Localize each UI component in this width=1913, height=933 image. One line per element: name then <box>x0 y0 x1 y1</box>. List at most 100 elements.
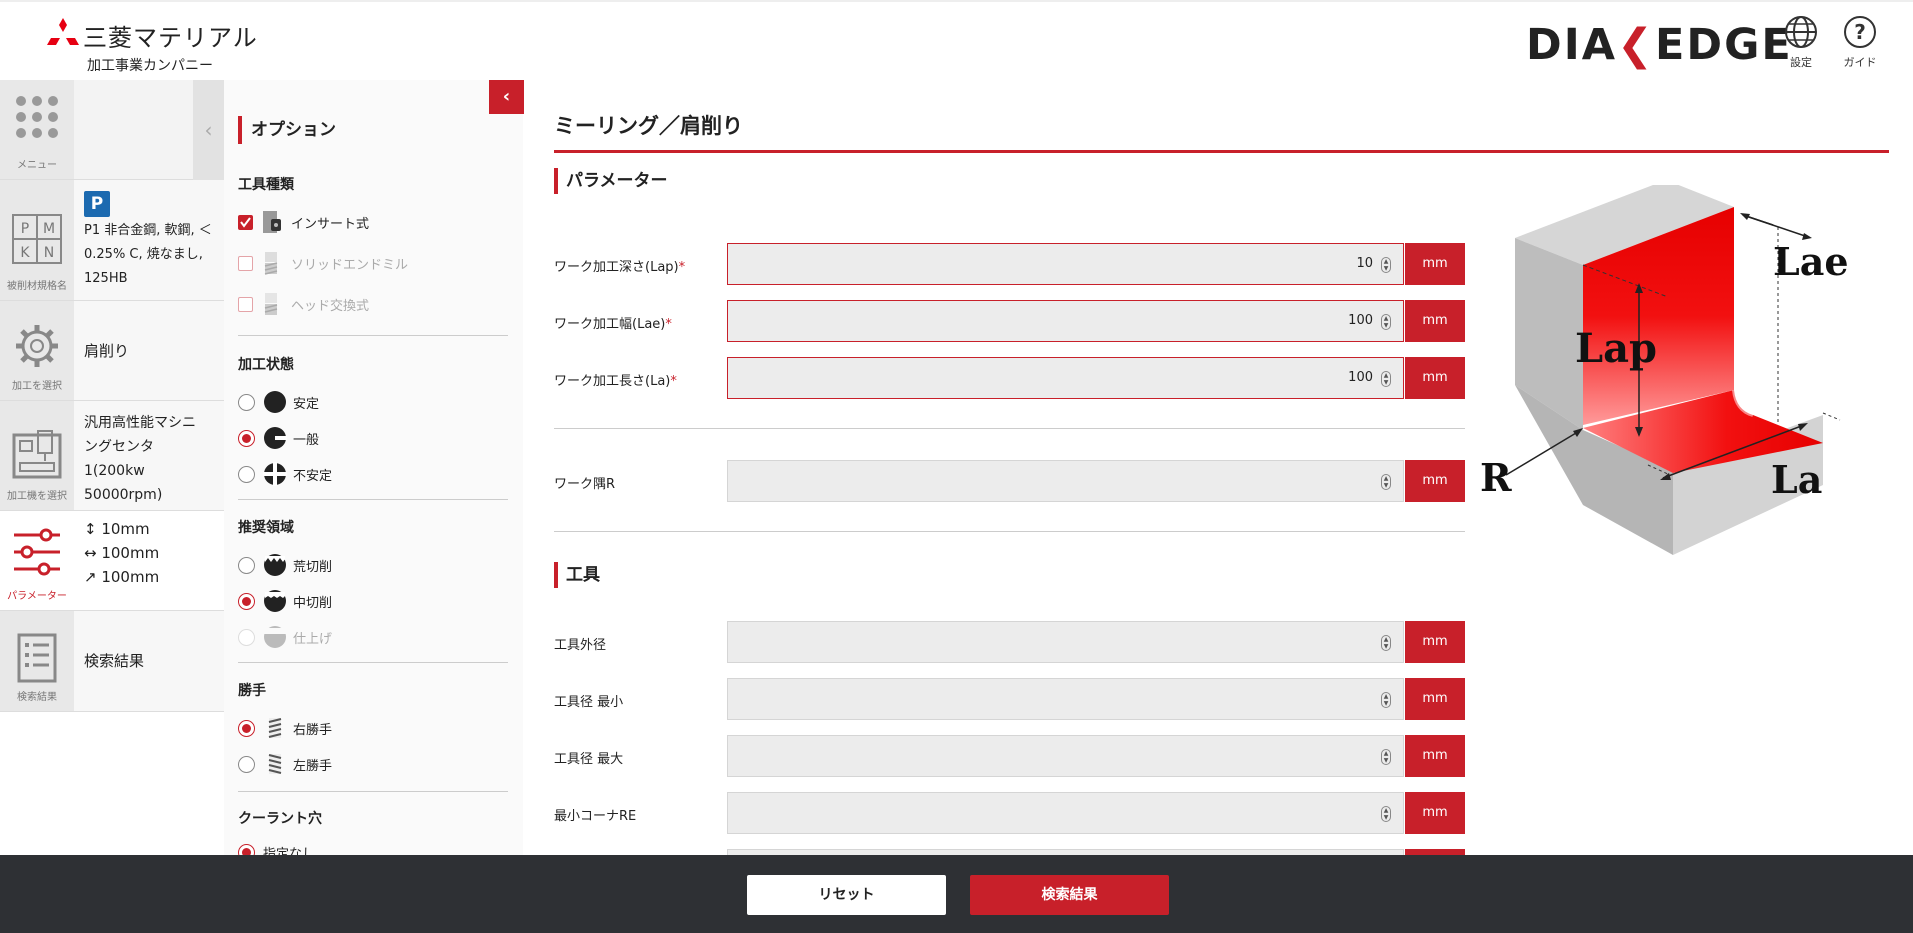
medium-cut-icon <box>264 590 286 612</box>
parameter-icon-label: パラメーター <box>7 591 67 602</box>
field-row-lap: ワーク加工深さ(Lap)* 10 ▲ ▼ mm <box>554 243 1465 285</box>
lap-value: 10 <box>1356 256 1373 271</box>
tool-type-head-label: ヘッド交換式 <box>291 298 370 314</box>
options-panel: オプション 工具種類 インサート式 ソリッドエンドミル ヘッド交換式 加工状態 … <box>224 80 523 855</box>
coolant-none[interactable]: 指定なし <box>238 834 508 855</box>
condition-group: 加工状態 安定 一般 不安定 <box>238 354 508 492</box>
machine-icon <box>12 430 62 479</box>
head-exchange-icon <box>264 293 278 315</box>
guide-button[interactable]: ? ガイド <box>1835 14 1885 70</box>
hand-left[interactable]: 左勝手 <box>238 746 508 782</box>
title-rule <box>554 150 1889 153</box>
app-header: 三菱マテリアル 加工事業カンパニー DIA❮EDGE 設定 ? ガイド <box>0 0 1913 80</box>
tool-max-input[interactable]: ▲ ▼ <box>727 735 1404 777</box>
lap-input[interactable]: 10 ▲ ▼ <box>727 243 1404 285</box>
material-group-badge: P <box>84 191 110 217</box>
tool-type-solid[interactable]: ソリッドエンドミル <box>238 245 508 281</box>
region-group: 推奨領域 荒切削 中切削 仕上げ <box>238 517 508 655</box>
tool-dia-input[interactable]: ▲ ▼ <box>727 621 1404 663</box>
checkbox-unchecked-icon[interactable] <box>238 296 253 312</box>
spinner-icon[interactable]: ▲ ▼ <box>1381 314 1391 330</box>
spinner-icon[interactable]: ▲ ▼ <box>1381 806 1391 822</box>
radio-unselected-icon[interactable] <box>238 393 255 411</box>
region-finish[interactable]: 仕上げ <box>238 619 508 655</box>
rail-item-material[interactable]: P M K N 被削材規格名 P P1 非合金鋼, 軟鋼, ＜0.25% C, … <box>0 180 224 301</box>
field-row-corner-r: ワーク隅R ▲ ▼ mm <box>554 460 1465 502</box>
tool-min-input[interactable]: ▲ ▼ <box>727 678 1404 720</box>
rail-collapse-chevron-icon[interactable]: ‹ <box>193 80 224 180</box>
checkbox-checked-icon[interactable] <box>238 214 253 230</box>
rail-item-menu[interactable]: メニュー ‹ <box>0 80 224 180</box>
la-input[interactable]: 100 ▲ ▼ <box>727 357 1404 399</box>
region-rough-label: 荒切削 <box>293 559 333 575</box>
rail-item-result[interactable]: 検索結果 検索結果 <box>0 611 224 712</box>
brand-chevron-icon: ❮ <box>1616 20 1656 70</box>
svg-text:K: K <box>20 245 30 261</box>
condition-general[interactable]: 一般 <box>238 420 508 456</box>
field-row-tool-dia: 工具外径 ▲ ▼ mm <box>554 621 1465 663</box>
corner-r-input[interactable]: ▲ ▼ <box>727 460 1404 502</box>
condition-stable[interactable]: 安定 <box>238 384 508 420</box>
hand-title: 勝手 <box>238 683 266 699</box>
spinner-icon[interactable]: ▲ ▼ <box>1381 749 1391 765</box>
parameter-icon-box: パラメーター <box>0 511 74 610</box>
company-name: 三菱マテリアル <box>83 24 258 52</box>
r-diagram-label: R <box>1480 455 1512 500</box>
material-text: P1 非合金鋼, 軟鋼, ＜0.25% C, 焼なまし, 125HB <box>84 223 212 286</box>
nav-rail: メニュー ‹ P M K N 被削材規格名 P P1 非合金鋼, 軟鋼, ＜0.… <box>0 80 224 855</box>
radio-disabled-icon[interactable] <box>238 628 255 646</box>
spinner-icon[interactable]: ▲ ▼ <box>1381 474 1391 490</box>
options-collapse-button[interactable]: ‹ <box>489 80 524 114</box>
field-label-tool-max: 工具径 最大 <box>554 752 624 767</box>
search-results-button[interactable]: 検索結果 <box>970 875 1169 915</box>
radio-unselected-icon[interactable] <box>238 556 255 574</box>
rail-item-process[interactable]: 加工を選択 肩削り <box>0 301 224 401</box>
tool-type-insert-label: インサート式 <box>291 216 370 232</box>
svg-text:M: M <box>43 221 55 237</box>
tool-type-head[interactable]: ヘッド交換式 <box>238 286 508 322</box>
rail-item-parameter[interactable]: パラメーター ↕ 10mm ↔ 100mm ↗ 100mm <box>0 511 224 611</box>
unstable-icon <box>263 462 287 486</box>
radio-unselected-icon[interactable] <box>238 755 255 773</box>
spinner-icon[interactable]: ▲ ▼ <box>1381 692 1391 708</box>
radio-selected-icon[interactable] <box>238 429 255 447</box>
spinner-icon[interactable]: ▲ ▼ <box>1381 257 1391 273</box>
lae-input[interactable]: 100 ▲ ▼ <box>727 300 1404 342</box>
result-text: 検索結果 <box>84 652 145 670</box>
la-label-text: ワーク加工長さ(La) <box>554 374 671 389</box>
field-row-tool-max: 工具径 最大 ▲ ▼ mm <box>554 735 1465 777</box>
spinner-icon[interactable]: ▲ ▼ <box>1381 635 1391 651</box>
result-icon-box: 検索結果 <box>0 611 74 711</box>
field-row-la: ワーク加工長さ(La)* 100 ▲ ▼ mm <box>554 357 1465 399</box>
hand-right[interactable]: 右勝手 <box>238 710 508 746</box>
radio-selected-icon[interactable] <box>238 719 255 737</box>
spinner-icon[interactable]: ▲ ▼ <box>1381 371 1391 387</box>
condition-unstable[interactable]: 不安定 <box>238 456 508 492</box>
region-finish-label: 仕上げ <box>293 631 333 647</box>
radio-unselected-icon[interactable] <box>238 465 255 483</box>
unit-mm: mm <box>1405 621 1465 663</box>
reset-button[interactable]: リセット <box>747 875 946 915</box>
settings-button[interactable]: 設定 <box>1776 14 1826 70</box>
region-medium[interactable]: 中切削 <box>238 583 508 619</box>
unit-mm: mm <box>1405 243 1465 285</box>
list-document-icon <box>17 633 57 683</box>
globe-icon <box>1785 16 1817 48</box>
stable-icon <box>264 391 286 413</box>
machine-icon-label: 加工機を選択 <box>7 491 67 502</box>
general-icon <box>264 427 287 449</box>
radio-selected-icon[interactable] <box>238 592 255 610</box>
page-title: ミーリング／肩削り <box>554 114 743 138</box>
rail-item-machine[interactable]: 加工機を選択 汎用高性能マシニングセンタ1(200kw 50000rpm) <box>0 401 224 511</box>
unit-mm: mm <box>1405 357 1465 399</box>
grid-menu-icon <box>16 96 58 138</box>
guide-label: ガイド <box>1843 56 1877 69</box>
checkbox-unchecked-icon[interactable] <box>238 255 253 271</box>
hand-group: 勝手 右勝手 左勝手 <box>238 680 508 782</box>
tool-section-title: 工具 <box>554 562 600 588</box>
unit-mm: mm <box>1405 792 1465 834</box>
tool-type-insert[interactable]: インサート式 <box>238 204 508 240</box>
corner-re-input[interactable]: ▲ ▼ <box>727 792 1404 834</box>
region-rough[interactable]: 荒切削 <box>238 547 508 583</box>
radio-selected-icon[interactable] <box>238 843 255 855</box>
